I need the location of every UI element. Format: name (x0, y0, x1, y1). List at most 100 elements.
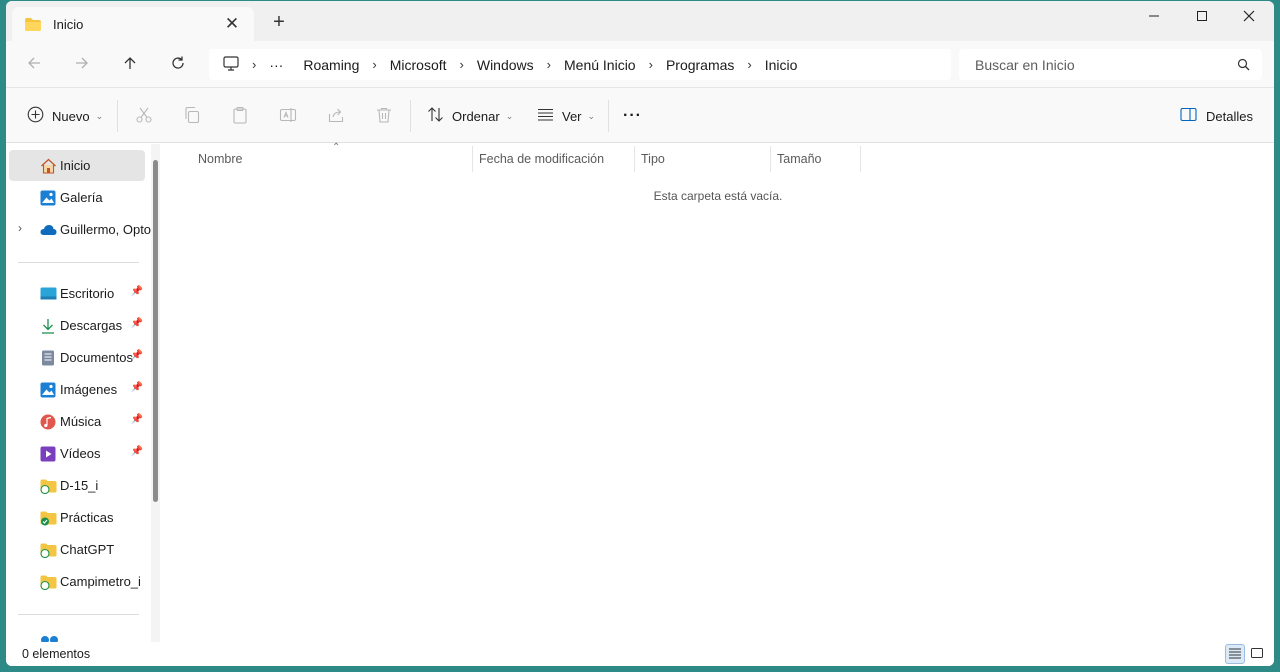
arrow-left-icon (26, 55, 42, 74)
plus-circle-icon (27, 106, 44, 126)
cut-button[interactable] (135, 88, 153, 144)
pin-icon[interactable]: 📌 (131, 446, 143, 457)
sidebar-item-descargas[interactable]: Descargas 📌 (9, 310, 145, 341)
refresh-button[interactable] (164, 52, 192, 76)
new-label: Nuevo (52, 108, 90, 124)
chevron-right-icon[interactable]: › (460, 57, 464, 72)
videos-icon (40, 446, 56, 462)
search-input[interactable]: Buscar en Inicio (975, 57, 1075, 73)
sidebar-item-galeria[interactable]: Galería (9, 182, 145, 213)
sidebar-item-onedrive[interactable]: › Guillermo, Opto (9, 214, 151, 245)
sidebar-item-label: Prácticas (60, 510, 114, 525)
sidebar-item-imagenes[interactable]: Imágenes 📌 (9, 374, 145, 405)
details-view-button[interactable] (1225, 644, 1245, 664)
breadcrumb-windows[interactable]: Windows (477, 57, 534, 73)
sidebar-item-practicas[interactable]: Prácticas (9, 502, 145, 533)
divider (608, 100, 609, 132)
sort-label: Ordenar (452, 108, 500, 124)
breadcrumb-microsoft[interactable]: Microsoft (390, 57, 447, 73)
tab-title: Inicio (53, 16, 84, 32)
sidebar-item-label: Música (60, 414, 102, 429)
search-box[interactable]: Buscar en Inicio (959, 49, 1262, 80)
trash-icon (375, 106, 393, 127)
tiles-view-button[interactable] (1247, 644, 1267, 664)
chevron-right-icon[interactable]: › (372, 57, 376, 72)
share-button[interactable] (327, 88, 345, 144)
documents-icon (40, 350, 56, 366)
back-button[interactable] (20, 52, 48, 76)
home-icon (40, 158, 56, 174)
view-button[interactable]: Ver ⌄ (537, 88, 595, 144)
sidebar-item-label: D-15_i (60, 478, 99, 493)
scissors-icon (135, 106, 153, 127)
pictures-icon (40, 382, 56, 398)
chevron-right-icon[interactable]: › (747, 57, 751, 72)
sidebar-scrollbar[interactable] (151, 144, 160, 642)
sidebar-item-label: Inicio (60, 158, 91, 173)
rename-button[interactable] (279, 88, 297, 144)
sidebar-item-documentos[interactable]: Documentos 📌 (9, 342, 145, 373)
sidebar-item-d15[interactable]: D-15_i (9, 470, 145, 501)
new-button[interactable]: Nuevo ⌄ (27, 88, 103, 144)
details-view-icon (1228, 647, 1242, 662)
pin-icon[interactable]: 📌 (131, 318, 143, 329)
column-divider[interactable] (634, 146, 635, 172)
more-options-button[interactable]: ··· (623, 88, 642, 144)
column-header-name[interactable]: Nombre (198, 144, 468, 174)
chevron-right-icon[interactable]: › (18, 221, 22, 235)
chevron-right-icon[interactable]: › (649, 57, 653, 72)
pin-icon[interactable]: 📌 (131, 382, 143, 393)
chevron-right-icon[interactable]: › (547, 57, 551, 72)
sidebar-item-inicio[interactable]: Inicio (9, 150, 145, 181)
breadcrumb-ellipsis[interactable]: ··· (269, 57, 283, 73)
tab-inicio[interactable]: Inicio ✕ (12, 7, 254, 41)
arrow-right-icon (74, 55, 90, 74)
breadcrumb-roaming[interactable]: Roaming (303, 57, 359, 73)
paste-button[interactable] (231, 88, 249, 144)
sidebar-item-musica[interactable]: Música 📌 (9, 406, 145, 437)
forward-button[interactable] (68, 52, 96, 76)
breadcrumb-programas[interactable]: Programas (666, 57, 734, 73)
sidebar-item-campimetro[interactable]: Campimetro_i (9, 566, 145, 597)
column-header-type[interactable]: Tipo (641, 144, 761, 174)
computer-icon[interactable] (223, 55, 239, 74)
scrollbar-thumb[interactable] (153, 160, 158, 502)
chevron-down-icon: ⌄ (95, 110, 104, 121)
column-header-date[interactable]: Fecha de modificación (479, 144, 629, 174)
column-header-size[interactable]: Tamaño (777, 144, 857, 174)
sidebar-item-videos[interactable]: Vídeos 📌 (9, 438, 145, 469)
breadcrumb-menu-inicio[interactable]: Menú Inicio (564, 57, 636, 73)
maximize-button[interactable] (1180, 5, 1224, 29)
up-button[interactable] (116, 52, 144, 76)
pin-icon[interactable]: 📌 (131, 286, 143, 297)
close-window-button[interactable] (1227, 5, 1271, 29)
arrow-up-icon (122, 55, 138, 74)
title-bar: Inicio ✕ + (6, 1, 1274, 41)
delete-button[interactable] (375, 88, 393, 144)
new-tab-button[interactable]: + (268, 11, 290, 33)
column-divider[interactable] (472, 146, 473, 172)
divider (18, 614, 139, 615)
tab-close-button[interactable]: ✕ (222, 14, 242, 34)
sidebar-item-chatgpt[interactable]: ChatGPT (9, 534, 145, 565)
sidebar-item-label: Vídeos (60, 446, 101, 461)
sort-button[interactable]: Ordenar ⌄ (427, 88, 513, 144)
status-bar: 0 elementos (6, 642, 1274, 666)
column-divider[interactable] (770, 146, 771, 172)
minimize-button[interactable] (1132, 5, 1176, 29)
sidebar-item-escritorio[interactable]: Escritorio 📌 (9, 278, 145, 309)
folder-icon (25, 17, 41, 31)
details-button[interactable]: Detalles (1180, 88, 1253, 144)
sort-icon (427, 106, 444, 126)
column-divider[interactable] (860, 146, 861, 172)
breadcrumb-inicio[interactable]: Inicio (765, 57, 798, 73)
divider (18, 262, 139, 263)
gallery-icon (40, 190, 56, 206)
pin-icon[interactable]: 📌 (131, 414, 143, 425)
address-bar[interactable]: › ··· Roaming › Microsoft › Windows › Me… (209, 49, 951, 80)
chevron-right-icon[interactable]: › (252, 57, 256, 72)
desktop-icon (40, 286, 57, 302)
copy-button[interactable] (183, 88, 201, 144)
refresh-icon (170, 55, 186, 74)
pin-icon[interactable]: 📌 (131, 350, 143, 361)
